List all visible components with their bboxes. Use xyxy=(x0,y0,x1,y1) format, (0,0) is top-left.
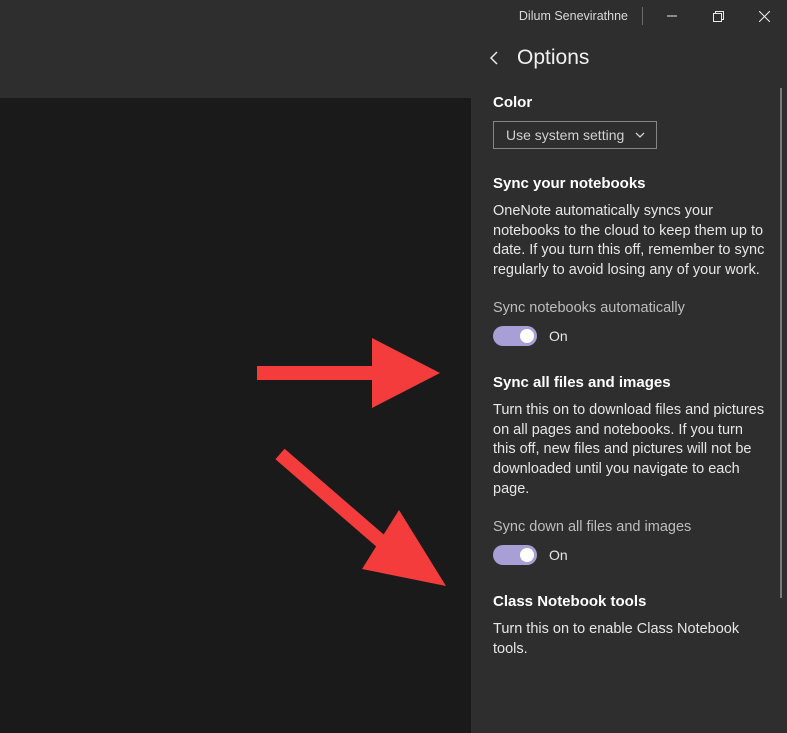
sync-notebooks-heading: Sync your notebooks xyxy=(493,175,765,192)
minimize-button[interactable] xyxy=(649,0,695,32)
sync-files-toggle-row: On xyxy=(493,545,765,565)
minimize-icon xyxy=(667,11,677,21)
maximize-icon xyxy=(713,11,724,22)
window-titlebar: Dilum Senevirathne xyxy=(0,0,787,32)
sync-notebooks-body: OneNote automatically syncs your noteboo… xyxy=(493,202,765,280)
panel-title: Options xyxy=(517,46,589,70)
sync-files-toggle-state: On xyxy=(549,547,568,563)
sync-notebooks-toggle-state: On xyxy=(549,328,568,344)
sync-notebooks-toggle-row: On xyxy=(493,326,765,346)
back-button[interactable] xyxy=(487,50,503,66)
sync-notebooks-toggle[interactable] xyxy=(493,326,537,346)
sync-files-toggle[interactable] xyxy=(493,545,537,565)
close-icon xyxy=(759,11,770,22)
sync-files-toggle-label: Sync down all files and images xyxy=(493,519,765,535)
sync-notebooks-toggle-label: Sync notebooks automatically xyxy=(493,300,765,316)
panel-scroll-area[interactable]: Color Use system setting Sync your noteb… xyxy=(471,86,787,729)
toggle-knob xyxy=(520,329,534,343)
options-panel: Options Color Use system setting Sync yo… xyxy=(471,32,787,733)
color-dropdown[interactable]: Use system setting xyxy=(493,121,657,149)
class-notebook-heading: Class Notebook tools xyxy=(493,593,765,610)
scrollbar-thumb[interactable] xyxy=(780,88,782,598)
class-notebook-body: Turn this on to enable Class Notebook to… xyxy=(493,620,765,659)
close-button[interactable] xyxy=(741,0,787,32)
user-name-label: Dilum Senevirathne xyxy=(519,9,628,23)
panel-header: Options xyxy=(471,32,787,86)
sync-files-body: Turn this on to download files and pictu… xyxy=(493,401,765,499)
color-dropdown-value: Use system setting xyxy=(506,127,624,143)
chevron-down-icon xyxy=(634,129,646,141)
color-heading: Color xyxy=(493,94,765,111)
titlebar-divider xyxy=(642,7,643,25)
chevron-left-icon xyxy=(487,50,503,66)
maximize-button[interactable] xyxy=(695,0,741,32)
sync-files-heading: Sync all files and images xyxy=(493,374,765,391)
toggle-knob xyxy=(520,548,534,562)
